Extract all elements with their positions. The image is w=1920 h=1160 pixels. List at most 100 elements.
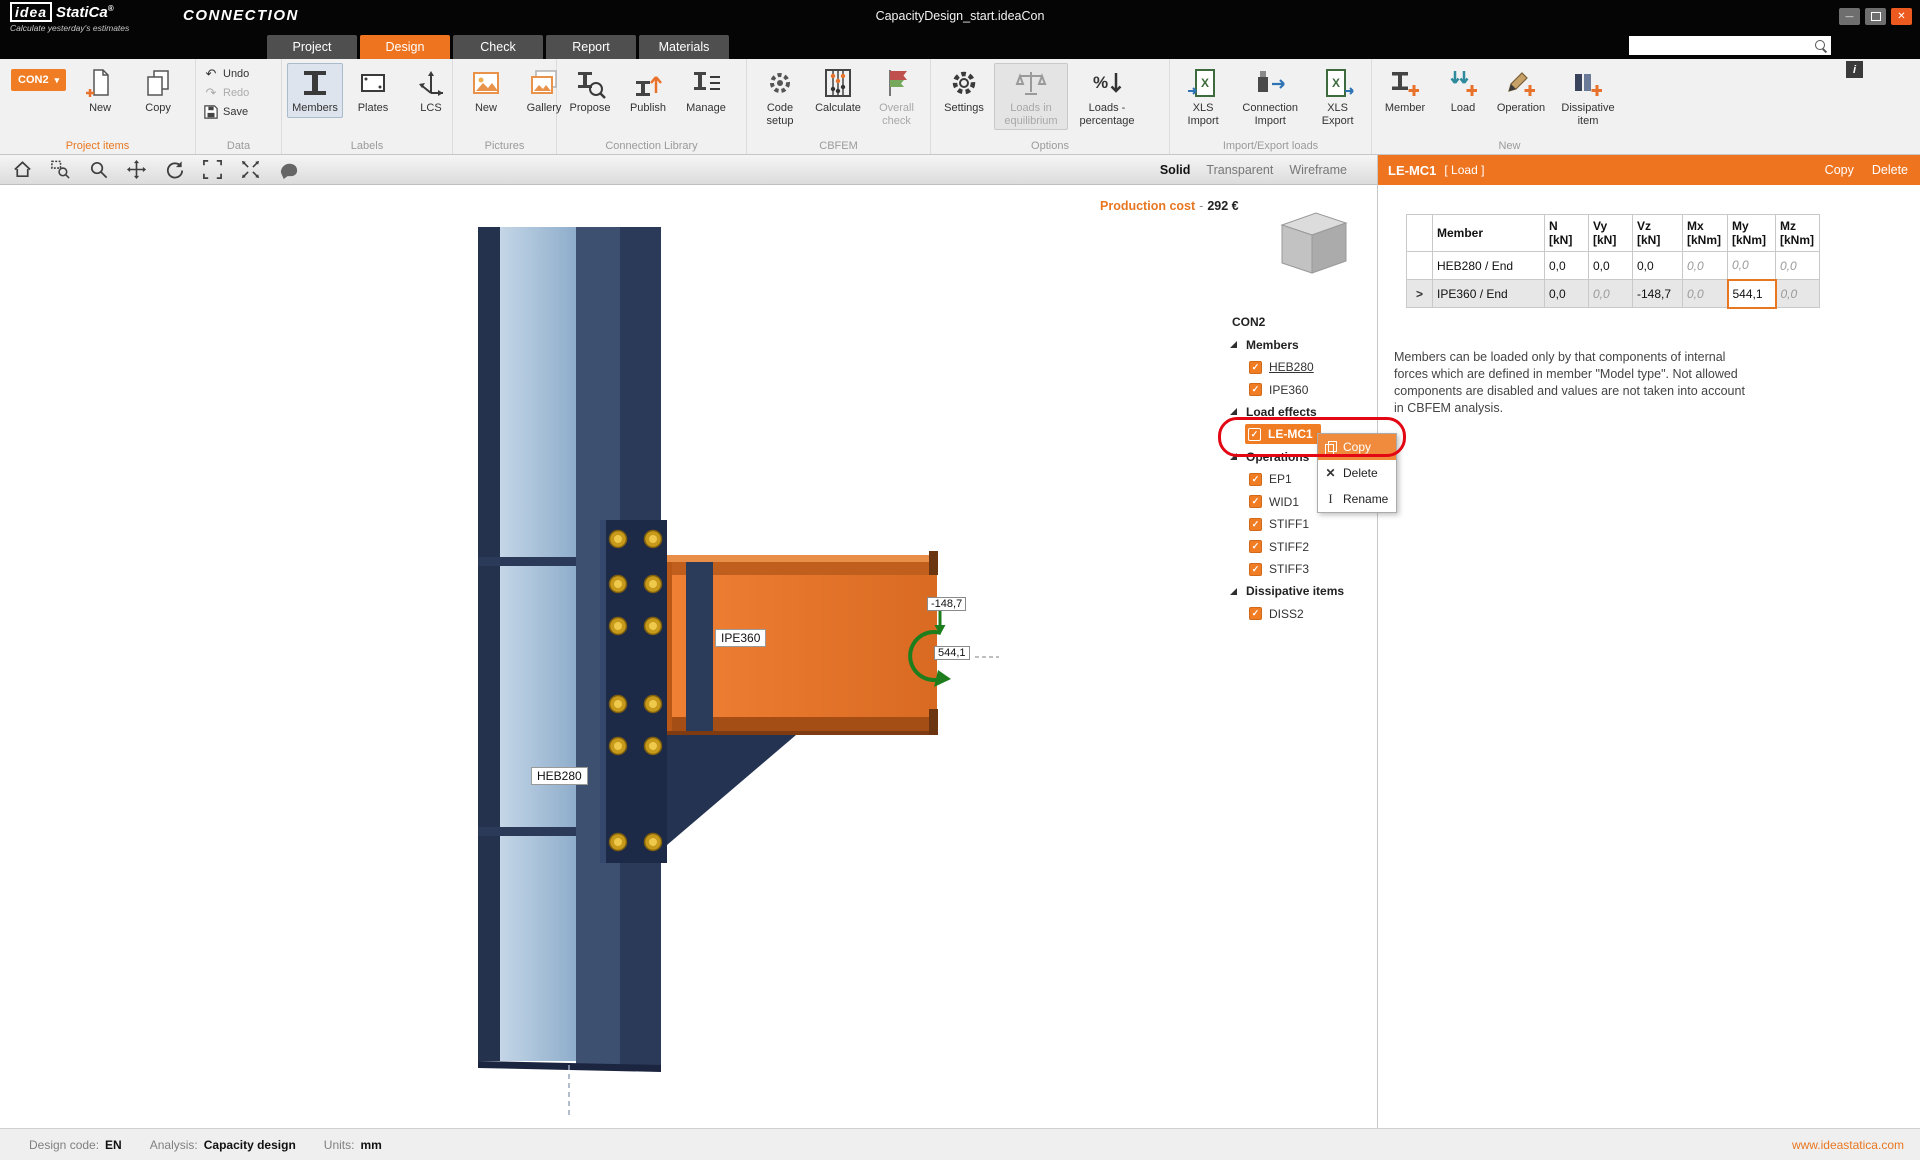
new-dissipative-item-button[interactable]: Dissipative item bbox=[1551, 63, 1625, 130]
checked-checkbox-icon[interactable] bbox=[1249, 495, 1262, 509]
manage-button[interactable]: Manage bbox=[678, 63, 734, 118]
tab-report[interactable]: Report bbox=[546, 35, 636, 59]
checked-checkbox-icon[interactable] bbox=[1249, 472, 1262, 486]
table-row-heb280[interactable]: HEB280 / End 0,0 0,0 0,0 0,0 0,0 0,0 bbox=[1406, 251, 1820, 280]
mode-solid[interactable]: Solid bbox=[1160, 163, 1191, 177]
panel-delete-button[interactable]: Delete bbox=[1872, 163, 1908, 177]
checked-checkbox-icon[interactable] bbox=[1249, 562, 1262, 576]
xls-import-button[interactable]: X XLS Import bbox=[1175, 63, 1231, 130]
publish-button[interactable]: Publish bbox=[620, 63, 676, 118]
collapse-arrow-icon[interactable] bbox=[1230, 587, 1237, 595]
chevron-down-icon bbox=[55, 74, 60, 86]
minimize-button[interactable] bbox=[1839, 8, 1860, 25]
publish-icon bbox=[636, 76, 662, 96]
viewport-canvas[interactable]: Production cost -292 € IPE360 HEB280 -148… bbox=[0, 185, 1377, 1128]
overall-check-button[interactable]: Overall check bbox=[868, 63, 925, 130]
tree-node-stiff1[interactable]: STIFF1 bbox=[1219, 513, 1372, 535]
row-selector-chevron[interactable] bbox=[1406, 279, 1433, 308]
new-load-button[interactable]: Load bbox=[1435, 63, 1491, 118]
copy-project-item-button[interactable]: Copy bbox=[130, 63, 186, 118]
ribbon-group-data: ↶ Undo ↷ Redo Save Data bbox=[196, 59, 282, 154]
xls-export-button[interactable]: X XLS Export bbox=[1309, 63, 1366, 130]
connection-import-button[interactable]: Connection Import bbox=[1233, 63, 1307, 130]
tab-materials[interactable]: Materials bbox=[639, 35, 729, 59]
new-picture-button[interactable]: New bbox=[458, 63, 514, 118]
new-project-item-button[interactable]: New bbox=[72, 63, 128, 118]
maximize-button[interactable] bbox=[1865, 8, 1886, 25]
close-button[interactable] bbox=[1891, 8, 1912, 25]
render-mode-switch: Solid Transparent Wireframe bbox=[1160, 163, 1347, 177]
tree-section-dissipative-items[interactable]: Dissipative items bbox=[1219, 580, 1372, 602]
code-setup-button[interactable]: Code setup bbox=[752, 63, 808, 130]
panel-header: LE-MC1 [ Load ] Copy Delete bbox=[1378, 155, 1920, 185]
members-labels-button[interactable]: Members bbox=[287, 63, 343, 118]
lcs-labels-button[interactable]: LCS bbox=[403, 63, 459, 118]
search-icon[interactable] bbox=[1814, 39, 1828, 53]
new-operation-button[interactable]: Operation bbox=[1493, 63, 1549, 118]
dissipative-item-icon bbox=[1575, 74, 1602, 96]
context-menu-copy[interactable]: Copy bbox=[1318, 434, 1396, 460]
copy-icon bbox=[1324, 440, 1337, 455]
zoom-extents-icon[interactable] bbox=[240, 159, 261, 180]
calculate-button[interactable]: Calculate bbox=[810, 63, 866, 118]
checked-checkbox-icon[interactable] bbox=[1249, 607, 1262, 621]
checked-checkbox-icon[interactable] bbox=[1248, 427, 1261, 441]
mode-wireframe[interactable]: Wireframe bbox=[1289, 163, 1347, 177]
home-view-icon[interactable] bbox=[12, 159, 33, 180]
collapse-arrow-icon[interactable] bbox=[1230, 408, 1237, 416]
pan-icon[interactable] bbox=[126, 159, 147, 180]
redo-icon: ↷ bbox=[205, 85, 217, 100]
loads-in-equilibrium-button[interactable]: Loads in equilibrium bbox=[994, 63, 1068, 131]
con2-selector[interactable]: CON2 bbox=[11, 69, 67, 91]
zoom-window-icon[interactable] bbox=[50, 159, 71, 180]
checked-checkbox-icon[interactable] bbox=[1249, 360, 1262, 374]
mode-transparent[interactable]: Transparent bbox=[1206, 163, 1273, 177]
ribbon-group-project-items: CON2 New Copy Project items bbox=[0, 59, 196, 154]
context-menu-delete[interactable]: Delete bbox=[1318, 460, 1396, 486]
save-icon bbox=[204, 105, 218, 119]
collapse-arrow-icon[interactable] bbox=[1230, 453, 1237, 461]
selected-cell-my[interactable]: 544,1 bbox=[1726, 278, 1777, 309]
checked-checkbox-icon[interactable] bbox=[1249, 383, 1262, 397]
rotate-view-icon[interactable] bbox=[164, 159, 185, 180]
info-button[interactable] bbox=[1846, 61, 1863, 78]
tree-node-con2[interactable]: CON2 bbox=[1219, 311, 1372, 333]
context-menu: Copy Delete Rename bbox=[1317, 433, 1397, 513]
search-input[interactable] bbox=[1629, 38, 1814, 53]
table-row-ipe360[interactable]: IPE360 / End 0,0 0,0 -148,7 0,0 544,1 0,… bbox=[1406, 278, 1820, 309]
new-member-button[interactable]: Member bbox=[1377, 63, 1433, 118]
collapse-arrow-icon[interactable] bbox=[1230, 341, 1237, 349]
redo-button[interactable]: ↷ Redo bbox=[204, 85, 275, 100]
tree-node-ipe360[interactable]: IPE360 bbox=[1219, 378, 1372, 400]
tree-section-load-effects[interactable]: Load effects bbox=[1219, 401, 1372, 423]
tree-section-members[interactable]: Members bbox=[1219, 333, 1372, 355]
settings-button[interactable]: Settings bbox=[936, 63, 992, 118]
plates-labels-button[interactable]: Plates bbox=[345, 63, 401, 118]
stiffener-haunch bbox=[667, 735, 796, 845]
checked-checkbox-icon[interactable] bbox=[1249, 517, 1262, 531]
load-info-note: Members can be loaded only by that compo… bbox=[1394, 350, 1745, 415]
tab-design[interactable]: Design bbox=[360, 35, 450, 59]
propose-button[interactable]: Propose bbox=[562, 63, 618, 118]
search-box bbox=[1629, 36, 1831, 55]
percent-arrow-icon: % bbox=[1093, 73, 1122, 93]
panel-copy-button[interactable]: Copy bbox=[1825, 163, 1854, 177]
save-button[interactable]: Save bbox=[204, 105, 275, 119]
tab-project[interactable]: Project bbox=[267, 35, 357, 59]
website-link[interactable]: www.ideastatica.com bbox=[1792, 1138, 1904, 1152]
checked-checkbox-icon[interactable] bbox=[1249, 540, 1262, 554]
tab-check[interactable]: Check bbox=[453, 35, 543, 59]
zoom-icon[interactable] bbox=[88, 159, 109, 180]
svg-text:X: X bbox=[1201, 76, 1209, 90]
tree-node-stiff2[interactable]: STIFF2 bbox=[1219, 535, 1372, 557]
undo-button[interactable]: ↶ Undo bbox=[204, 66, 275, 81]
tree-node-stiff3[interactable]: STIFF3 bbox=[1219, 558, 1372, 580]
connection-import-icon bbox=[1258, 71, 1285, 92]
orientation-cube[interactable] bbox=[1280, 212, 1348, 274]
loads-percentage-button[interactable]: % Loads - percentage bbox=[1070, 63, 1144, 130]
tree-node-diss2[interactable]: DISS2 bbox=[1219, 603, 1372, 625]
zoom-fit-icon[interactable] bbox=[202, 159, 223, 180]
annotation-balloon-icon[interactable] bbox=[278, 159, 299, 180]
context-menu-rename[interactable]: Rename bbox=[1318, 486, 1396, 512]
tree-node-heb280[interactable]: HEB280 bbox=[1219, 356, 1372, 378]
